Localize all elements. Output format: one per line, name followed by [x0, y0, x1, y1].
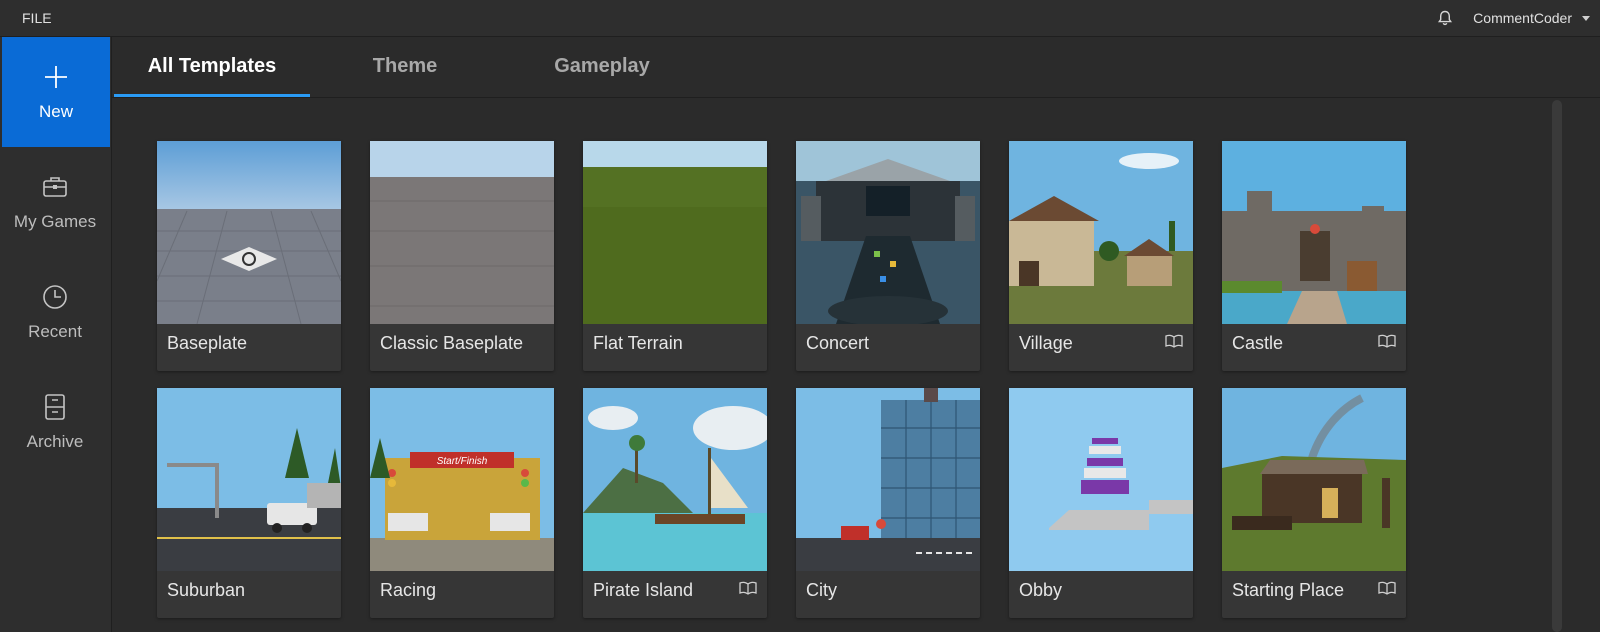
tab-all-templates[interactable]: All Templates — [114, 37, 310, 97]
username[interactable]: CommentCoder — [1473, 10, 1572, 26]
template-thumbnail — [1009, 388, 1193, 571]
file-menu[interactable]: FILE — [22, 10, 52, 26]
template-thumbnail — [1009, 141, 1193, 324]
sidebar-item-recent[interactable]: Recent — [0, 257, 110, 367]
tab-gameplay[interactable]: Gameplay — [532, 37, 672, 97]
template-card-castle[interactable]: Castle — [1222, 141, 1406, 371]
template-thumbnail — [583, 388, 767, 571]
clock-icon — [43, 285, 67, 309]
scrollbar[interactable] — [1552, 100, 1562, 632]
template-card-classic-baseplate[interactable]: Classic Baseplate — [370, 141, 554, 371]
book-icon[interactable] — [1378, 334, 1396, 348]
template-name: Obby — [1019, 580, 1063, 600]
template-name: Suburban — [167, 580, 246, 600]
template-card-baseplate[interactable]: Baseplate — [157, 141, 341, 371]
sidebar-item-label: Recent — [28, 322, 82, 341]
template-tabs: All Templates Theme Gameplay — [112, 37, 1600, 98]
sidebar-item-label: Archive — [26, 432, 84, 451]
sidebar-item-my-games[interactable]: My Games — [0, 147, 110, 257]
template-name: City — [806, 580, 837, 600]
template-card-suburban[interactable]: Suburban — [157, 388, 341, 618]
book-icon[interactable] — [739, 581, 757, 595]
template-card-village[interactable]: Village — [1009, 141, 1193, 371]
template-name: Castle — [1232, 333, 1284, 353]
sidebar-item-new[interactable]: New — [2, 37, 110, 147]
template-card-pirate-island[interactable]: Pirate Island — [583, 388, 767, 618]
template-card-concert[interactable]: Concert — [796, 141, 980, 371]
template-thumbnail — [1222, 141, 1406, 324]
template-card-obby[interactable]: Obby — [1009, 388, 1193, 618]
template-name: Starting Place — [1232, 580, 1345, 600]
topbar-right: CommentCoder — [1437, 10, 1590, 26]
book-icon[interactable] — [1378, 581, 1396, 595]
template-name: Flat Terrain — [593, 333, 683, 353]
active-tab-indicator — [114, 94, 310, 97]
briefcase-icon — [43, 177, 67, 197]
template-name: Classic Baseplate — [380, 333, 524, 353]
template-name: Racing — [380, 580, 437, 600]
book-icon[interactable] — [1165, 334, 1183, 348]
top-bar: FILE CommentCoder — [0, 0, 1600, 37]
template-thumbnail — [796, 388, 980, 571]
template-name: Baseplate — [167, 333, 248, 353]
template-name: Concert — [806, 333, 870, 353]
sidebar: New My Games Recent Archive — [0, 37, 112, 632]
sidebar-item-label: New — [38, 102, 73, 121]
template-thumbnail — [157, 388, 341, 571]
template-name: Village — [1019, 333, 1073, 353]
template-card-city[interactable]: City — [796, 388, 980, 618]
template-card-starting-place[interactable]: Starting Place — [1222, 388, 1406, 618]
racing-banner-text: Start/Finish — [437, 456, 488, 467]
sidebar-item-archive[interactable]: Archive — [0, 367, 110, 477]
chevron-down-icon[interactable] — [1582, 15, 1590, 21]
plus-icon — [45, 66, 67, 88]
template-thumbnail — [157, 141, 341, 324]
template-name: Pirate Island — [593, 580, 694, 600]
archive-icon — [45, 394, 65, 420]
template-thumbnail — [370, 141, 554, 324]
tab-theme[interactable]: Theme — [338, 37, 472, 97]
sidebar-item-label: My Games — [13, 212, 97, 231]
bell-icon[interactable] — [1437, 10, 1453, 26]
template-card-racing[interactable]: Start/Finish Racing — [370, 388, 554, 618]
template-thumbnail — [1222, 388, 1406, 571]
template-card-flat-terrain[interactable]: Flat Terrain — [583, 141, 767, 371]
template-thumbnail: Start/Finish — [370, 388, 554, 571]
template-thumbnail — [796, 141, 980, 324]
template-thumbnail — [583, 141, 767, 324]
